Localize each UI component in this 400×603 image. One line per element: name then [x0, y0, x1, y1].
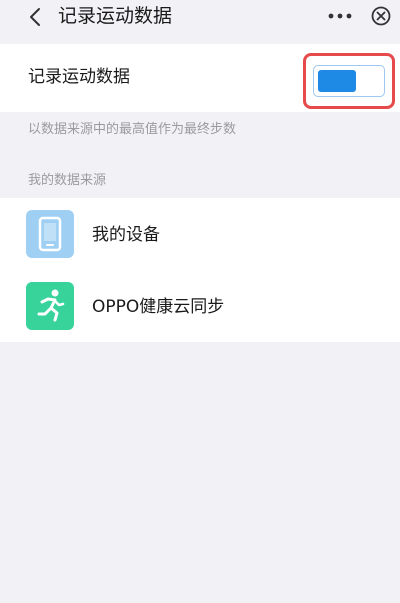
- top-bar: 记录运动数据: [0, 0, 400, 38]
- page-title: 记录运动数据: [58, 5, 173, 27]
- source-label-my-device: 我的设备: [92, 225, 160, 245]
- close-circle-icon[interactable]: [370, 5, 392, 27]
- setting-description: 以数据来源中的最高值作为最终步数: [28, 122, 237, 137]
- data-sources-section-title: 我的数据来源: [28, 173, 107, 188]
- list-item-oppo-health-cloud[interactable]: OPPO健康云同步: [0, 270, 400, 342]
- setting-label: 记录运动数据: [28, 67, 130, 87]
- record-sport-data-toggle[interactable]: [313, 65, 385, 97]
- chevron-left-icon[interactable]: [24, 6, 46, 28]
- toggle-knob: [358, 70, 380, 92]
- source-label-oppo-health-cloud: OPPO健康云同步: [92, 297, 225, 317]
- more-icon[interactable]: [326, 6, 354, 26]
- phone-device-icon: [26, 210, 74, 258]
- running-person-icon: [26, 282, 74, 330]
- data-source-list: 我的设备 OPPO健康云同步: [0, 198, 400, 342]
- toggle-on-track: [318, 70, 356, 92]
- list-item-my-device[interactable]: 我的设备: [0, 198, 400, 270]
- record-sport-data-setting: 记录运动数据: [0, 44, 400, 112]
